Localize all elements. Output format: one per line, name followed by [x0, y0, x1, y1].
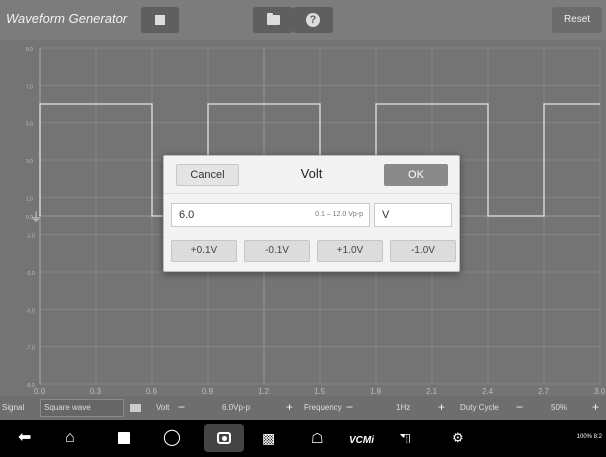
top-toolbar: Waveform Generator ? Reset [0, 0, 606, 40]
ok-button[interactable]: OK [384, 164, 448, 186]
vehicle-tools-icon[interactable]: ⚙ [452, 429, 464, 447]
dialog-header: Cancel Volt OK [164, 156, 459, 194]
shop-icon[interactable]: ☖ [311, 429, 324, 447]
camera-button[interactable] [204, 424, 244, 452]
duty-increase-button[interactable]: + [592, 400, 599, 414]
signal-folder-icon[interactable] [130, 404, 141, 412]
stop-icon [155, 15, 165, 25]
system-nav-bar: ⬅ ⌂ ◯ ▩ ☖ VCMi ⛠ ⚙ 100% 8:2 [0, 420, 606, 457]
help-button[interactable]: ? [293, 7, 333, 33]
volt-increase-button[interactable]: + [286, 400, 293, 414]
help-icon: ? [306, 13, 320, 27]
signal-label: Signal [2, 403, 25, 412]
stop-button[interactable] [141, 7, 179, 33]
volt-range-hint: 0.1 – 12.0 Vp-p [315, 211, 363, 218]
volt-value-display: 6.0Vp-p [222, 403, 251, 412]
frequency-decrease-button[interactable]: − [346, 400, 353, 414]
duty-cycle-label: Duty Cycle [460, 403, 499, 412]
open-folder-button[interactable] [253, 7, 293, 33]
recents-icon[interactable] [118, 432, 130, 444]
folder-icon [267, 13, 280, 25]
cancel-button[interactable]: Cancel [176, 164, 239, 186]
minus-0-1-button[interactable]: -0.1V [244, 240, 310, 262]
split-screen-icon[interactable]: ▩ [262, 429, 275, 447]
duty-decrease-button[interactable]: − [516, 400, 523, 414]
signal-select[interactable]: Square wave [40, 399, 124, 417]
volt-dialog: Cancel Volt OK 6.0 0.1 – 12.0 Vp-p V +0.… [163, 155, 460, 272]
volt-value-input[interactable]: 6.0 0.1 – 12.0 Vp-p [171, 203, 370, 227]
frequency-value-display: 1Hz [396, 403, 411, 412]
frequency-increase-button[interactable]: + [438, 400, 445, 414]
plus-1-0-button[interactable]: +1.0V [317, 240, 383, 262]
browser-icon[interactable]: ◯ [163, 429, 181, 447]
volt-label: Volt [156, 403, 170, 412]
status-bar: 100% 8:2 [576, 434, 602, 440]
car-icon[interactable]: ⛠ [400, 429, 411, 447]
volt-value: 6.0 [179, 209, 195, 221]
camera-icon [217, 432, 231, 444]
reset-button[interactable]: Reset [552, 7, 602, 33]
plus-0-1-button[interactable]: +0.1V [171, 240, 237, 262]
minus-1-0-button[interactable]: -1.0V [390, 240, 456, 262]
back-icon[interactable]: ⬅ [18, 429, 31, 447]
vcmi-button[interactable]: VCMi [349, 432, 374, 450]
unit-select[interactable]: V [374, 203, 452, 227]
volt-decrease-button[interactable]: − [178, 400, 185, 414]
home-icon[interactable]: ⌂ [65, 429, 75, 447]
control-bar: Signal Square wave Volt − 6.0Vp-p + Freq… [0, 396, 606, 420]
duty-value-display: 50% [551, 403, 568, 412]
frequency-label: Frequency [304, 403, 342, 412]
app-title: Waveform Generator [6, 11, 128, 26]
